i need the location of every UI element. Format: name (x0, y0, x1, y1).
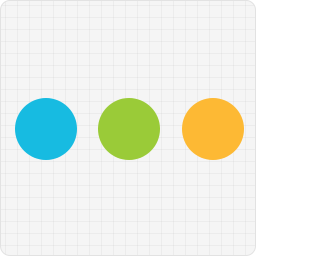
orange-dot (182, 98, 244, 160)
blue-dot (15, 98, 77, 160)
green-dot (98, 98, 160, 160)
three-dots-icon (0, 0, 256, 256)
